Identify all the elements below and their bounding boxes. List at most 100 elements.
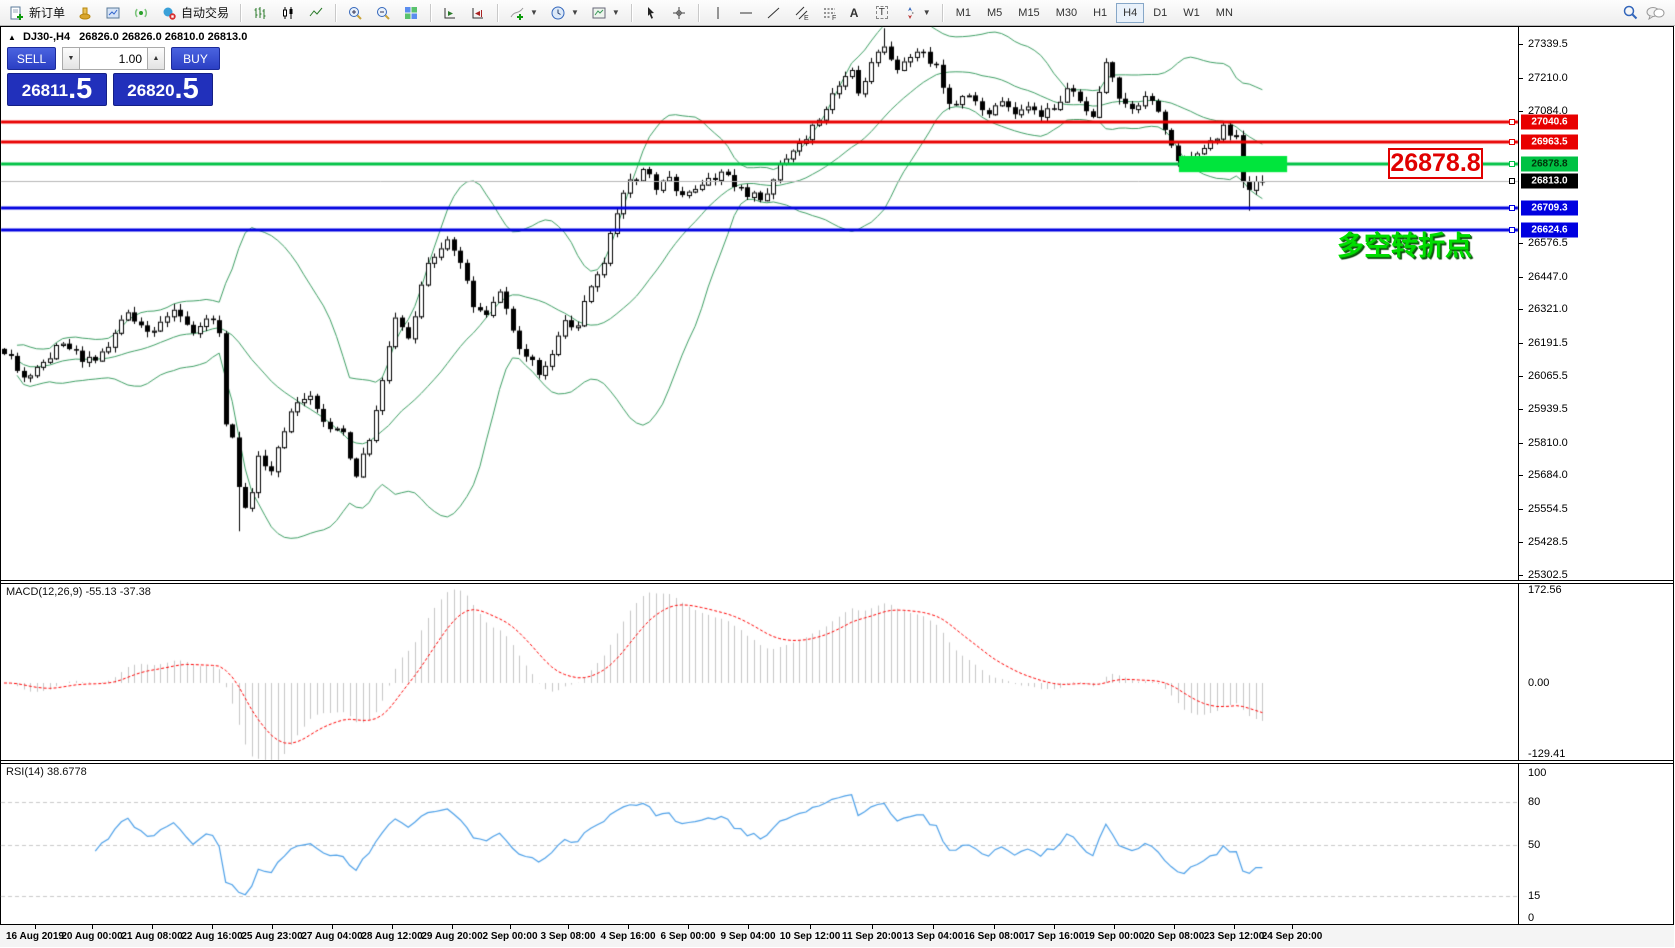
templates-dropdown[interactable]: ▼ xyxy=(586,2,625,24)
price-callout-label[interactable]: 26878.8 xyxy=(1388,148,1483,179)
price-tag[interactable]: 26963.5 xyxy=(1521,135,1578,150)
rsi-axis-label: 100 xyxy=(1528,767,1546,779)
sell-price-button[interactable]: 26811 .5 xyxy=(7,73,107,106)
buy-button[interactable]: BUY xyxy=(171,47,220,70)
fibo-letter: F xyxy=(832,15,836,21)
crosshair-tool-button[interactable] xyxy=(666,2,692,24)
timeframe-m1[interactable]: M1 xyxy=(949,3,978,23)
price-axis-tick xyxy=(1518,277,1523,278)
text-tool-button[interactable]: A xyxy=(845,2,869,24)
time-axis-tick xyxy=(872,925,873,929)
horizontal-line-tool-button[interactable] xyxy=(733,2,759,24)
bar-chart-icon xyxy=(252,5,268,21)
ohlc-readout: 26826.0 26826.0 26810.0 26813.0 xyxy=(79,31,247,43)
price-tag[interactable]: 27040.6 xyxy=(1521,114,1578,129)
timeframe-w1[interactable]: W1 xyxy=(1176,3,1207,23)
price-tag-knot xyxy=(1509,161,1515,167)
rsi-axis-label: 50 xyxy=(1528,839,1540,851)
time-axis-tick xyxy=(688,925,689,929)
fibonacci-tool-button[interactable]: F xyxy=(817,2,843,24)
price-axis-label: 27339.5 xyxy=(1528,38,1568,50)
autotrade-button[interactable]: 自动交易 xyxy=(156,2,234,24)
time-axis-label: 20 Sep 08:00 xyxy=(1144,931,1205,942)
buy-price-button[interactable]: 26820 .5 xyxy=(113,73,213,106)
timeframe-m5[interactable]: M5 xyxy=(980,3,1009,23)
price-axis-tick xyxy=(1518,443,1523,444)
rsi-axis-label: 15 xyxy=(1528,890,1540,902)
indicators-dropdown[interactable]: ▼ xyxy=(504,2,543,24)
volume-down-button[interactable]: ▼ xyxy=(62,47,80,70)
price-tag-knot xyxy=(1509,227,1515,233)
volume-input[interactable] xyxy=(80,47,147,70)
price-axis-label: 26065.5 xyxy=(1528,370,1568,382)
timeframe-mn[interactable]: MN xyxy=(1209,3,1240,23)
price-tag[interactable]: 26709.3 xyxy=(1521,201,1578,216)
text-tool-icon: A xyxy=(850,6,859,20)
periods-dropdown[interactable]: ▼ xyxy=(545,2,584,24)
rsi-axis-label: 80 xyxy=(1528,796,1540,808)
time-axis-label: 29 Aug 20:00 xyxy=(421,931,482,942)
time-axis-label: 24 Sep 20:00 xyxy=(1262,931,1323,942)
auto-scroll-button[interactable] xyxy=(437,2,463,24)
price-axis-label: 26321.0 xyxy=(1528,303,1568,315)
label-tool-icon: T xyxy=(876,6,888,19)
cn-annotation[interactable]: 多空转折点 xyxy=(1337,224,1472,263)
zoom-in-button[interactable] xyxy=(342,2,368,24)
seal-button[interactable] xyxy=(72,2,98,24)
line-chart-mode-button[interactable] xyxy=(303,2,329,24)
time-axis-tick xyxy=(810,925,811,929)
cursor-tool-button[interactable] xyxy=(638,2,664,24)
zoom-in-icon xyxy=(347,5,363,21)
price-tag[interactable]: 26624.6 xyxy=(1521,223,1578,238)
time-axis-label: 27 Aug 04:00 xyxy=(301,931,362,942)
timeframe-d1[interactable]: D1 xyxy=(1146,3,1174,23)
zoom-out-button[interactable] xyxy=(370,2,396,24)
autotrade-icon xyxy=(161,5,177,21)
macd-axis-label: 172.56 xyxy=(1528,584,1562,596)
timeframe-h4[interactable]: H4 xyxy=(1116,3,1144,23)
price-axis-label: 25302.5 xyxy=(1528,569,1568,581)
price-axis-label: 26447.0 xyxy=(1528,271,1568,283)
time-axis-tick xyxy=(568,925,569,929)
time-axis-label: 11 Sep 20:00 xyxy=(842,931,902,942)
time-axis-label: 13 Sep 04:00 xyxy=(903,931,964,942)
label-tool-button[interactable]: T xyxy=(871,2,895,24)
price-axis-tick xyxy=(1518,542,1523,543)
chart-shift-button[interactable] xyxy=(465,2,491,24)
bar-chart-mode-button[interactable] xyxy=(247,2,273,24)
timeframe-m15[interactable]: M15 xyxy=(1011,3,1046,23)
vertical-line-tool-button[interactable] xyxy=(705,2,731,24)
price-axis-label: 25810.0 xyxy=(1528,437,1568,449)
trendline-tool-button[interactable] xyxy=(761,2,787,24)
timeframe-m30[interactable]: M30 xyxy=(1049,3,1084,23)
chat-icon[interactable] xyxy=(1645,5,1665,21)
toolbar-separator xyxy=(497,4,498,22)
time-axis-label: 16 Sep 08:00 xyxy=(964,931,1025,942)
arrows-dropdown[interactable]: ▼ xyxy=(897,2,936,24)
new-order-icon xyxy=(9,5,25,21)
volume-up-button[interactable]: ▲ xyxy=(147,47,165,70)
channel-icon: E xyxy=(794,5,810,21)
signals-button[interactable] xyxy=(128,2,154,24)
price-tag-knot xyxy=(1509,205,1515,211)
search-icon[interactable] xyxy=(1622,4,1639,21)
time-axis-label: 3 Sep 08:00 xyxy=(540,931,595,942)
rsi-panel-splitter[interactable] xyxy=(1,760,1673,764)
collapse-triangle-icon[interactable]: ▲ xyxy=(8,33,16,42)
new-order-button[interactable]: 新订单 xyxy=(4,2,70,24)
macd-axis-label: -129.41 xyxy=(1528,748,1565,760)
price-axis-tick xyxy=(1518,509,1523,510)
market-watch-button[interactable] xyxy=(100,2,126,24)
chart-canvas[interactable] xyxy=(0,0,1675,948)
price-axis-label: 25684.0 xyxy=(1528,469,1568,481)
candle-chart-mode-button[interactable] xyxy=(275,2,301,24)
macd-panel-splitter[interactable] xyxy=(1,580,1673,584)
channel-tool-button[interactable]: E xyxy=(789,2,815,24)
timeframe-h1[interactable]: H1 xyxy=(1086,3,1114,23)
sell-button[interactable]: SELL xyxy=(7,47,56,70)
tile-windows-icon xyxy=(403,5,419,21)
time-axis-label: 20 Aug 00:00 xyxy=(61,931,122,942)
tile-windows-button[interactable] xyxy=(398,2,424,24)
price-tag[interactable]: 26878.8 xyxy=(1521,157,1578,172)
time-axis-tick xyxy=(1174,925,1175,929)
